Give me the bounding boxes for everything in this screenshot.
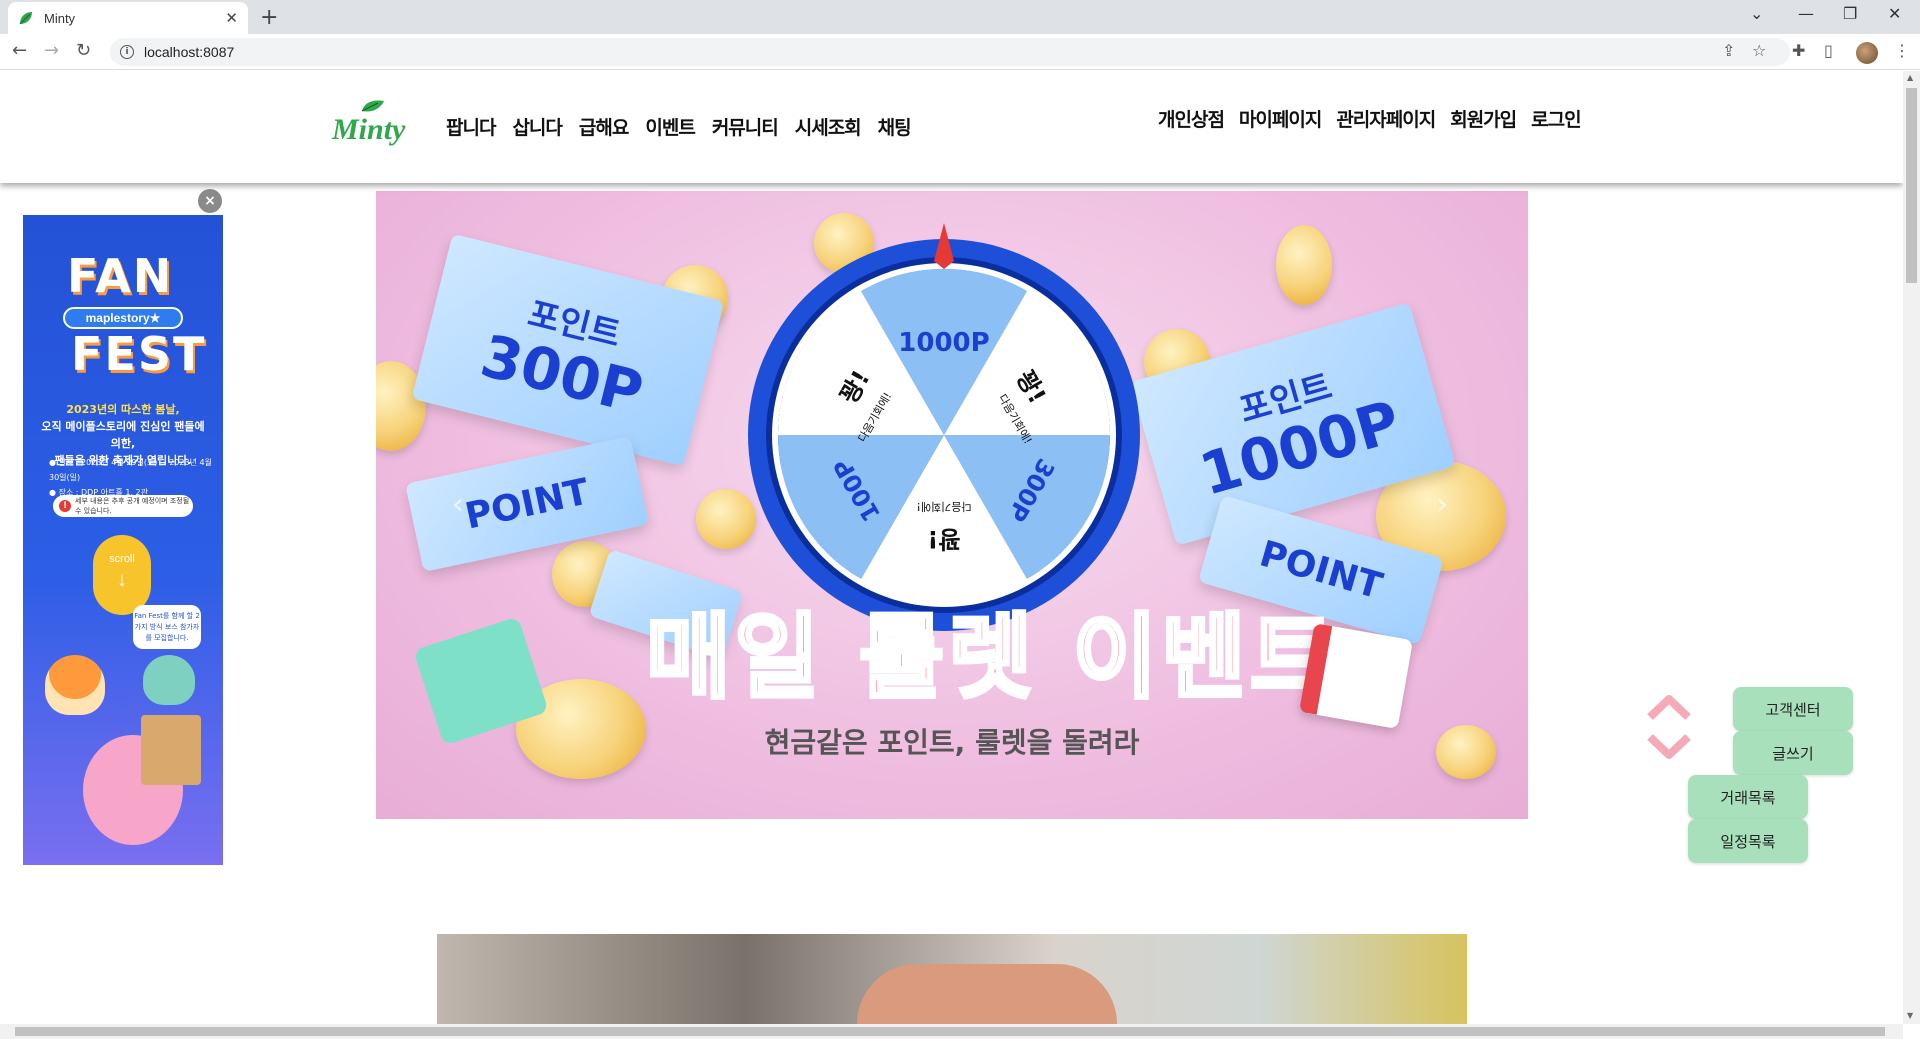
share-icon[interactable]: ⇪ (1722, 41, 1735, 60)
bookmark-star-icon[interactable]: ☆ (1752, 41, 1766, 60)
nav-buy[interactable]: 삽니다 (512, 113, 562, 140)
schedule-list-button[interactable]: 일정목록 (1688, 819, 1808, 863)
ad-desc-line: 2023년의 따스한 봄날, (66, 403, 180, 416)
ad-slime-illustration (143, 655, 195, 705)
back-icon[interactable]: ← (12, 40, 27, 61)
ad-info-date: ● 일시 : 2023년 4월 29일(토) ~ 2023년 4월 30일(일) (49, 458, 212, 482)
vertical-scrollbar[interactable]: ▲ ▼ (1903, 71, 1920, 1024)
customer-center-button[interactable]: 고객센터 (1733, 687, 1853, 731)
ticket-point-label: POINT (461, 470, 593, 538)
hand-illustration (857, 964, 1117, 1024)
site-logo[interactable]: Minty (330, 99, 410, 151)
page-viewport: Minty 팝니다 삽니다 급해요 이벤트 커뮤니티 시세조회 채팅 개인상점 … (0, 71, 1903, 1024)
nav-my-page[interactable]: 마이페이지 (1239, 105, 1322, 132)
nav-signup[interactable]: 회원가입 (1450, 105, 1517, 132)
wheel-segment-1000p: 1000P (898, 328, 989, 358)
ad-warning: 세부 내용은 추후 공개 예정이며 조정될 수 있습니다. (53, 495, 193, 517)
roulette-wheel: 1000P 꽝! 다음기회에! 300P 꽝! 다음기회에! 100P 꽝! 다… (748, 223, 1140, 631)
scroll-down-icon[interactable] (1646, 731, 1692, 761)
wheel-segment-lose: 꽝! (927, 525, 960, 553)
tab-title: Minty (44, 10, 76, 26)
ad-title-top: FAN (67, 249, 174, 303)
vertical-scroll-thumb[interactable] (1906, 88, 1917, 283)
ad-close-button[interactable]: × (198, 189, 222, 213)
profile-avatar[interactable] (1856, 42, 1878, 64)
restore-icon[interactable]: ❐ (1843, 4, 1857, 23)
tab-search-icon[interactable]: ⌄ (1750, 4, 1763, 23)
ad-badge: maplestory★ (63, 307, 183, 329)
side-panel-icon[interactable]: ▯ (1824, 41, 1833, 60)
ad-mushroom-illustration (45, 655, 105, 715)
banner-title: 매일 룰렛 이벤트 (644, 602, 1339, 713)
ticket-value: 300P (474, 320, 650, 427)
side-ad-banner[interactable]: FAN maplestory★ FEST 2023년의 따스한 봄날, 오직 메… (23, 215, 223, 865)
browser-toolbar: ← → ↻ i localhost:8087 ⇪ ☆ ✚ ▯ ⋮ (0, 34, 1920, 70)
ad-speech-bubble: Fan Fest를 함께 할 2가지 방식 보스 참가자를 모집합니다. (133, 605, 201, 649)
down-arrow-icon: ↓ (117, 569, 127, 591)
scroll-up-arrow-icon[interactable]: ▲ (1907, 73, 1913, 82)
ad-desc-line: 오직 메이플스토리에 진심인 팬들에 의한, (41, 420, 205, 450)
ad-info: ● 일시 : 2023년 4월 29일(토) ~ 2023년 4월 30일(일)… (49, 455, 223, 500)
content-image[interactable] (437, 934, 1467, 1024)
nav-admin-page[interactable]: 관리자페이지 (1336, 105, 1436, 132)
logo-text: Minty (332, 113, 406, 146)
leaf-favicon-icon (19, 12, 32, 25)
scroll-down-arrow-icon[interactable]: ▼ (1907, 1011, 1913, 1020)
user-nav: 개인상점 마이페이지 관리자페이지 회원가입 로그인 (1158, 105, 1582, 132)
banner-subtitle: 현금같은 포인트, 룰렛을 돌려라 (764, 726, 1140, 759)
main-nav: 팝니다 삽니다 급해요 이벤트 커뮤니티 시세조회 채팅 (446, 113, 912, 140)
ad-box-illustration (141, 715, 201, 785)
site-info-icon[interactable]: i (120, 45, 134, 59)
minimize-icon[interactable]: — (1798, 4, 1814, 23)
banner-next-icon[interactable]: › (1436, 487, 1448, 522)
banner-prev-icon[interactable]: ‹ (452, 487, 464, 522)
nav-price-check[interactable]: 시세조회 (795, 113, 862, 140)
nav-sell[interactable]: 팝니다 (446, 113, 496, 140)
horizontal-scroll-thumb[interactable] (15, 1027, 1885, 1036)
tab-close-icon[interactable]: ✕ (225, 9, 238, 27)
address-bar[interactable]: i localhost:8087 (110, 38, 1790, 66)
nav-my-shop[interactable]: 개인상점 (1158, 105, 1225, 132)
trade-list-button[interactable]: 거래목록 (1688, 775, 1808, 819)
extensions-icon[interactable]: ✚ (1792, 41, 1805, 60)
nav-chat[interactable]: 채팅 (878, 113, 912, 140)
write-button[interactable]: 글쓰기 (1733, 731, 1853, 775)
nav-login[interactable]: 로그인 (1531, 105, 1581, 132)
ad-scroll-badge: scroll ↓ (93, 535, 151, 615)
browser-tab[interactable]: Minty ✕ (8, 2, 248, 34)
nav-urgent[interactable]: 급해요 (579, 113, 629, 140)
reload-icon[interactable]: ↻ (76, 40, 91, 61)
address-url[interactable]: localhost:8087 (144, 44, 234, 60)
ad-scroll-label: scroll (109, 553, 135, 565)
forward-icon[interactable]: → (44, 40, 59, 61)
nav-community[interactable]: 커뮤니티 (712, 113, 779, 140)
horizontal-scrollbar[interactable] (0, 1024, 1903, 1039)
gift-box-right (1298, 623, 1414, 729)
nav-event[interactable]: 이벤트 (645, 113, 695, 140)
new-tab-icon[interactable]: + (260, 5, 278, 30)
wheel-segment-lose-note: 다음기회에! (916, 500, 971, 513)
scroll-up-icon[interactable] (1646, 693, 1692, 723)
more-menu-icon[interactable]: ⋮ (1894, 41, 1910, 60)
event-banner[interactable]: 포인트 300P POINT 포인트 1000P POINT 1000P 꽝! … (376, 191, 1528, 819)
close-window-icon[interactable]: ✕ (1888, 4, 1901, 23)
ad-title-bottom: FEST (71, 327, 207, 381)
browser-tabstrip: Minty ✕ + ⌄ — ❐ ✕ (0, 0, 1920, 34)
coin-decoration (1276, 225, 1332, 305)
site-header: Minty 팝니다 삽니다 급해요 이벤트 커뮤니티 시세조회 채팅 개인상점 … (0, 71, 1903, 183)
